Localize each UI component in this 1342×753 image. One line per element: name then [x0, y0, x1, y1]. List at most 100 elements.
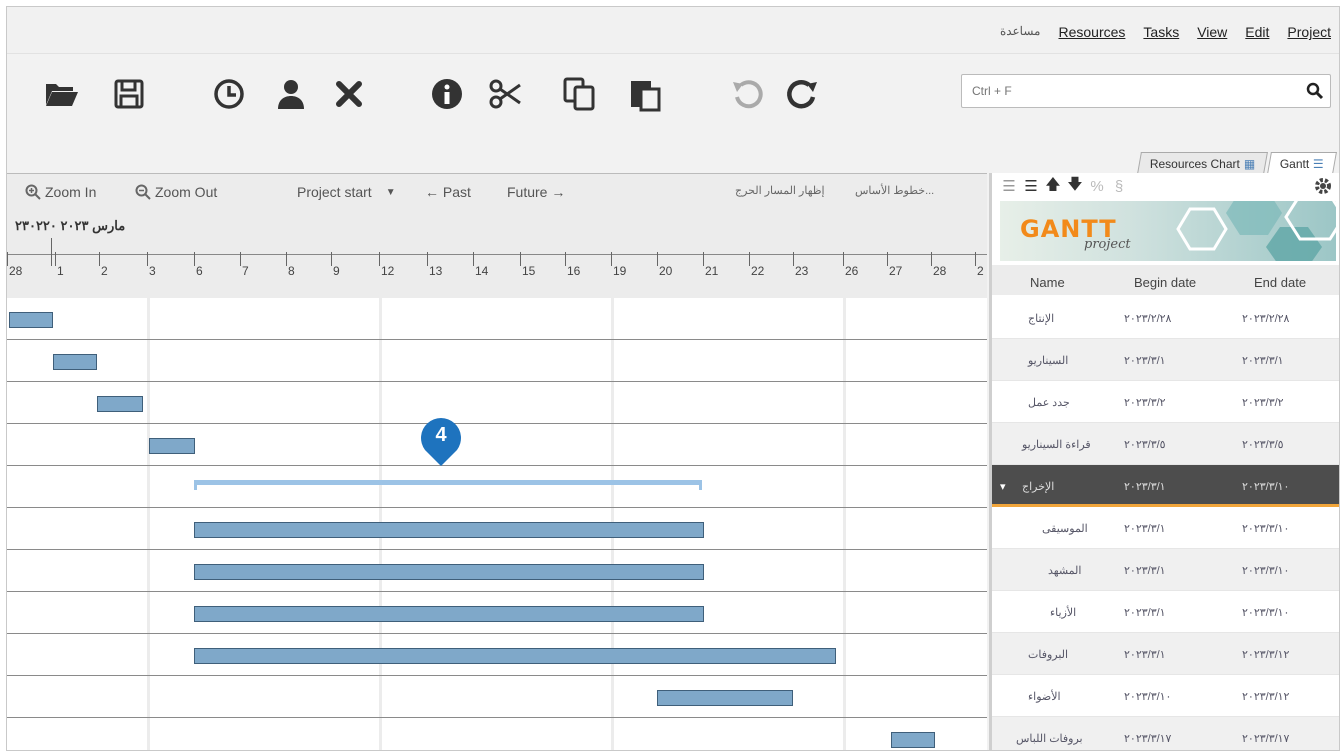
zoom-out-button[interactable]: Zoom Out [135, 184, 217, 200]
search-box [961, 74, 1331, 108]
menu-resources[interactable]: Resources [1058, 24, 1125, 40]
task-end-date: ٢٠٢٣/٣/١٠ [1242, 481, 1290, 493]
task-begin-date: ٢٠٢٣/٣/٥ [1124, 439, 1166, 451]
resources-chart-icon: ▦ [1244, 156, 1256, 171]
zoom-in-button[interactable]: Zoom In [25, 184, 96, 200]
task-table-panel: ☰ ☰ 🡅 🡇 % § GANTT project Name Begin dat… [989, 173, 1339, 750]
task-name: السيناريو [1028, 355, 1069, 367]
day-label: 15 [522, 264, 536, 278]
copy-icon[interactable] [557, 72, 601, 116]
day-label: 28 [933, 264, 947, 278]
day-tick [793, 252, 794, 266]
menu-project[interactable]: Project [1287, 24, 1331, 40]
task-bar[interactable] [53, 354, 97, 370]
paste-icon[interactable] [623, 72, 667, 116]
table-row[interactable]: جدد عمل ٢٠٢٣/٣/٢ ٢٠٢٣/٣/٢ [992, 381, 1339, 423]
summary-bar[interactable] [194, 480, 702, 490]
search-icon[interactable] [1306, 82, 1324, 100]
outdent-icon[interactable]: ☰ [1000, 177, 1018, 195]
arrow-up-icon[interactable]: 🡅 [1044, 176, 1062, 195]
future-button[interactable]: Future → [507, 184, 565, 200]
task-bar[interactable] [9, 312, 53, 328]
day-label: 14 [475, 264, 489, 278]
search-input[interactable] [972, 76, 1302, 106]
tab-resources-chart[interactable]: Resources Chart ▦ [1137, 152, 1269, 174]
day-tick [240, 252, 241, 266]
task-name: الأضواء [1028, 691, 1061, 703]
step-marker-number: 4 [435, 424, 447, 446]
menu-view[interactable]: View [1197, 24, 1227, 40]
chevron-down-icon[interactable]: ▾ [1000, 480, 1006, 493]
table-row[interactable]: بروفات اللباس ٢٠٢٣/٣/١٧ ٢٠٢٣/٣/١٧ [992, 717, 1339, 750]
table-row-group[interactable]: ▾ الإخراج ٢٠٢٣/٣/١ ٢٠٢٣/٣/١٠ [992, 465, 1339, 507]
zoom-out-icon [135, 184, 151, 200]
gantt-icon: ☰ [1313, 156, 1324, 171]
menu-bar: مساعدة Resources Tasks View Edit Project [7, 7, 1339, 53]
menu-edit[interactable]: Edit [1245, 24, 1269, 40]
task-begin-date: ٢٠٢٣/٣/١ [1124, 607, 1166, 619]
table-row[interactable]: المشهد ٢٠٢٣/٣/١ ٢٠٢٣/٣/١٠ [992, 549, 1339, 591]
column-header-name[interactable]: Name [1030, 275, 1065, 290]
table-row[interactable]: الأزياء ٢٠٢٣/٣/١ ٢٠٢٣/٣/١٠ [992, 591, 1339, 633]
delete-icon[interactable] [327, 72, 371, 116]
task-name: بروفات اللباس [1016, 733, 1083, 745]
day-label: 22 [751, 264, 765, 278]
day-label: 9 [333, 264, 340, 278]
link-icon[interactable]: % [1088, 177, 1106, 195]
menu-help[interactable]: مساعدة [1000, 24, 1041, 40]
save-icon[interactable] [107, 72, 151, 116]
day-tick [331, 252, 332, 266]
task-bar[interactable] [891, 732, 935, 748]
past-button[interactable]: ← Past [425, 184, 471, 200]
task-end-date: ٢٠٢٣/٢/٢٨ [1242, 313, 1290, 325]
tab-gantt[interactable]: Gantt ☰ [1266, 152, 1337, 174]
baselines-button[interactable]: خطوط الأساس... [855, 184, 934, 197]
day-label: 27 [889, 264, 903, 278]
task-bar[interactable] [657, 690, 793, 706]
chart-row [7, 340, 987, 382]
info-icon[interactable] [425, 72, 469, 116]
table-row[interactable]: قراءة السيناريو ٢٠٢٣/٣/٥ ٢٠٢٣/٣/٥ [992, 423, 1339, 465]
task-name: الإنتاج [1028, 313, 1055, 325]
indent-icon[interactable]: ☰ [1022, 177, 1040, 195]
arrow-down-icon[interactable]: 🡇 [1066, 176, 1084, 195]
task-bar[interactable] [97, 396, 143, 412]
task-bar[interactable] [194, 522, 704, 538]
column-header-end-date[interactable]: End date [1254, 275, 1306, 290]
column-header-begin-date[interactable]: Begin date [1134, 275, 1196, 290]
task-name: البروفات [1028, 649, 1069, 661]
table-row[interactable]: البروفات ٢٠٢٣/٣/١ ٢٠٢٣/٣/١٢ [992, 633, 1339, 675]
table-row[interactable]: الأضواء ٢٠٢٣/٣/١٠ ٢٠٢٣/٣/١٢ [992, 675, 1339, 717]
folder-open-icon[interactable] [39, 72, 83, 116]
undo-icon[interactable] [725, 72, 769, 116]
user-icon[interactable] [269, 72, 313, 116]
task-name: جدد عمل [1028, 397, 1070, 409]
task-end-date: ٢٠٢٣/٣/١٠ [1242, 607, 1290, 619]
chart-row [7, 592, 987, 634]
menu-tasks[interactable]: Tasks [1143, 24, 1179, 40]
history-icon[interactable] [207, 72, 251, 116]
day-label: 2 [977, 264, 984, 278]
day-tick [611, 252, 612, 266]
table-row[interactable]: الموسيقى ٢٠٢٣/٣/١ ٢٠٢٣/٣/١٠ [992, 507, 1339, 549]
table-row[interactable]: الإنتاج ٢٠٢٣/٢/٢٨ ٢٠٢٣/٢/٢٨ [992, 297, 1339, 339]
task-bar[interactable] [194, 606, 704, 622]
task-bar[interactable] [194, 564, 704, 580]
cut-icon[interactable] [483, 72, 527, 116]
logo-subtitle: project [1084, 237, 1131, 252]
day-label: 1 [57, 264, 64, 278]
unlink-icon[interactable]: § [1110, 177, 1128, 195]
chart-rows [7, 298, 987, 750]
day-label: 7 [242, 264, 249, 278]
table-header: Name Begin date End date [992, 265, 1339, 295]
day-label: 23 [795, 264, 809, 278]
critical-path-button[interactable]: إظهار المسار الحرج [735, 184, 825, 197]
gear-icon[interactable] [1313, 176, 1333, 196]
day-tick [887, 252, 888, 266]
task-bar[interactable] [194, 648, 836, 664]
project-start-dropdown[interactable]: Project start ▼ [297, 184, 396, 200]
table-row[interactable]: السيناريو ٢٠٢٣/٣/١ ٢٠٢٣/٣/١ [992, 339, 1339, 381]
day-tick [565, 252, 566, 266]
task-bar[interactable] [149, 438, 195, 454]
redo-icon[interactable] [781, 72, 825, 116]
